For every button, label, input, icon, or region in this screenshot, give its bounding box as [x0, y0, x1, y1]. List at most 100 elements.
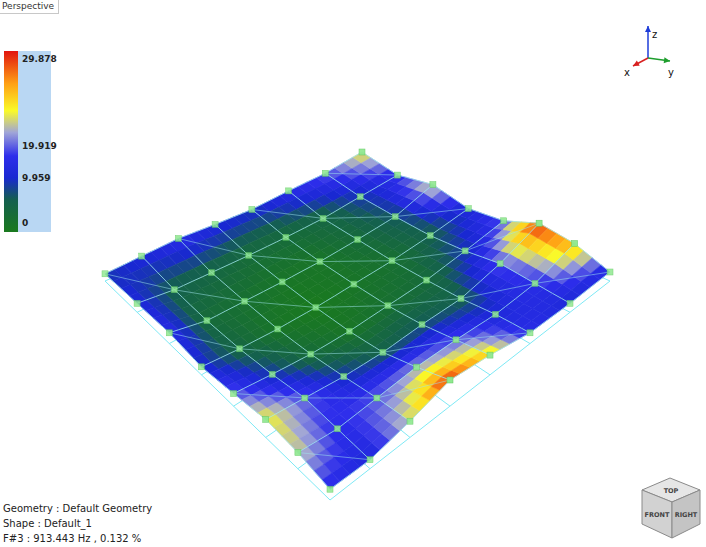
node-marker[interactable] — [374, 395, 380, 401]
axis-head-icon — [664, 57, 670, 63]
node-marker[interactable] — [134, 300, 140, 306]
grid-diagonal — [305, 397, 377, 398]
node-marker[interactable] — [501, 218, 507, 224]
node-marker[interactable] — [102, 271, 108, 277]
node-marker[interactable] — [302, 395, 308, 401]
node-marker[interactable] — [346, 328, 352, 334]
grid-line — [142, 256, 370, 460]
node-marker[interactable] — [355, 237, 361, 243]
node-marker[interactable] — [320, 215, 326, 221]
node-marker[interactable] — [279, 279, 285, 285]
node-marker[interactable] — [532, 280, 538, 286]
node-marker[interactable] — [465, 206, 471, 212]
node-marker[interactable] — [322, 170, 328, 176]
node-marker[interactable] — [447, 377, 453, 383]
wire-line — [330, 281, 610, 500]
node-marker[interactable] — [204, 318, 210, 324]
grid-diagonal — [461, 283, 535, 298]
grid-diagonal — [395, 209, 468, 217]
grid-line — [105, 274, 330, 489]
node-marker[interactable] — [527, 330, 533, 336]
grid-diagonal — [535, 272, 610, 283]
node-marker[interactable] — [308, 351, 314, 357]
info-line: Geometry : Default Geometry — [3, 502, 152, 515]
node-marker[interactable] — [212, 221, 218, 227]
node-marker[interactable] — [171, 287, 177, 293]
node-marker[interactable] — [317, 259, 323, 265]
perspective-tab[interactable]: Perspective — [0, 0, 59, 14]
node-marker[interactable] — [263, 416, 269, 422]
node-marker[interactable] — [351, 281, 357, 287]
contour-surface — [105, 152, 610, 489]
node-marker[interactable] — [283, 234, 289, 240]
node-marker[interactable] — [286, 188, 292, 194]
node-marker[interactable] — [427, 233, 433, 239]
node-marker[interactable] — [458, 296, 464, 302]
node-marker[interactable] — [607, 269, 613, 275]
node-marker[interactable] — [341, 374, 347, 380]
grid-diagonal — [388, 299, 461, 306]
grid-diagonal — [316, 306, 388, 308]
grid-diagonal — [298, 453, 370, 460]
node-marker[interactable] — [536, 220, 542, 226]
grid-diagonal — [323, 217, 395, 219]
node-marker[interactable] — [453, 337, 459, 343]
node-marker[interactable] — [392, 214, 398, 220]
cube-face-label[interactable]: FRONT — [645, 511, 670, 519]
node-marker[interactable] — [246, 252, 252, 258]
node-marker[interactable] — [567, 300, 573, 306]
node-marker[interactable] — [389, 258, 395, 264]
node-marker[interactable] — [430, 182, 436, 188]
grid-line — [362, 152, 610, 272]
node-marker[interactable] — [407, 418, 413, 424]
grid-diagonal — [377, 380, 450, 398]
deformed-grid — [105, 152, 610, 489]
node-marker[interactable] — [497, 261, 503, 267]
node-marker[interactable] — [139, 253, 145, 259]
node-marker[interactable] — [359, 149, 365, 155]
grid-line — [178, 239, 410, 422]
node-marker[interactable] — [462, 248, 468, 254]
node-marker[interactable] — [357, 194, 363, 200]
node-marker[interactable] — [295, 450, 301, 456]
cube-face-label[interactable]: RIGHT — [675, 511, 698, 519]
node-marker[interactable] — [198, 364, 204, 370]
grid-line — [266, 223, 539, 419]
view-cube[interactable]: TOP FRONT RIGHT — [642, 478, 700, 538]
node-marker[interactable] — [249, 207, 255, 213]
grid-line — [289, 191, 530, 333]
node-marker[interactable] — [413, 364, 419, 370]
grid-diagonal — [252, 209, 323, 218]
node-marker[interactable] — [367, 457, 373, 463]
node-marker[interactable] — [572, 241, 578, 247]
node-marker[interactable] — [275, 326, 281, 332]
node-marker[interactable] — [385, 303, 391, 309]
node-marker[interactable] — [313, 304, 319, 310]
node-marker[interactable] — [493, 311, 499, 317]
node-marker[interactable] — [419, 322, 425, 328]
node-marker[interactable] — [394, 172, 400, 178]
grid-diagonal — [105, 274, 174, 290]
grid-line — [105, 152, 362, 274]
axis-triad: zxy — [624, 26, 674, 78]
node-marker[interactable] — [269, 371, 275, 377]
axis-head-icon — [633, 61, 640, 66]
node-marker[interactable] — [424, 277, 430, 283]
node-marker[interactable] — [334, 426, 340, 432]
node-marker[interactable] — [327, 486, 333, 492]
node-marker[interactable] — [231, 391, 237, 397]
node-marker[interactable] — [487, 352, 493, 358]
node-marker[interactable] — [237, 346, 243, 352]
axis-1-arrow-icon — [633, 58, 648, 66]
grid-diagonal — [234, 394, 305, 398]
node-marker[interactable] — [175, 236, 181, 242]
cube-face[interactable] — [642, 490, 672, 538]
info-line: F#3 : 913.443 Hz , 0.132 % — [3, 532, 152, 545]
mode-shape-plot[interactable]: zxy TOP FRONT RIGHT — [0, 0, 706, 547]
node-marker[interactable] — [209, 270, 215, 276]
node-marker[interactable] — [242, 298, 248, 304]
node-marker[interactable] — [166, 330, 172, 336]
node-marker[interactable] — [380, 349, 386, 355]
cube-face-label[interactable]: TOP — [664, 487, 679, 495]
cube-face[interactable] — [672, 490, 700, 538]
